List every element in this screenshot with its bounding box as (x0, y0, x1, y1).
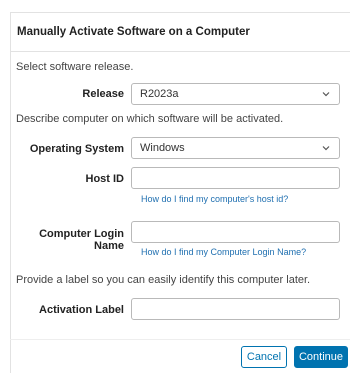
release-select-value: R2023a (140, 88, 179, 100)
activation-label-field[interactable] (131, 298, 340, 320)
host-id-help-link[interactable]: How do I find my computer's host id? (141, 194, 288, 204)
host-id-field[interactable] (131, 167, 340, 189)
release-select[interactable]: R2023a (131, 83, 340, 105)
footer-divider (10, 339, 350, 340)
os-select-value: Windows (140, 142, 185, 154)
host-id-label: Host ID (85, 173, 125, 185)
dialog-title: Manually Activate Software on a Computer (11, 13, 350, 52)
login-name-input[interactable] (140, 225, 331, 239)
computer-section-text: Describe computer on which software will… (16, 113, 284, 125)
chevron-down-icon (322, 92, 330, 97)
continue-button[interactable]: Continue (294, 346, 348, 368)
activation-label-label: Activation Label (39, 304, 124, 316)
label-section-text: Provide a label so you can easily identi… (16, 274, 311, 286)
os-label: Operating System (29, 143, 124, 155)
login-name-label: Computer Login Name (39, 228, 124, 252)
host-id-input[interactable] (140, 171, 331, 185)
release-section-text: Select software release. (16, 61, 134, 73)
login-name-help-link[interactable]: How do I find my Computer Login Name? (141, 247, 306, 257)
chevron-down-icon (322, 146, 330, 151)
activation-label-input[interactable] (140, 302, 331, 316)
release-label: Release (82, 88, 124, 100)
cancel-button[interactable]: Cancel (241, 346, 287, 368)
os-select[interactable]: Windows (131, 137, 340, 159)
login-name-field[interactable] (131, 221, 340, 243)
